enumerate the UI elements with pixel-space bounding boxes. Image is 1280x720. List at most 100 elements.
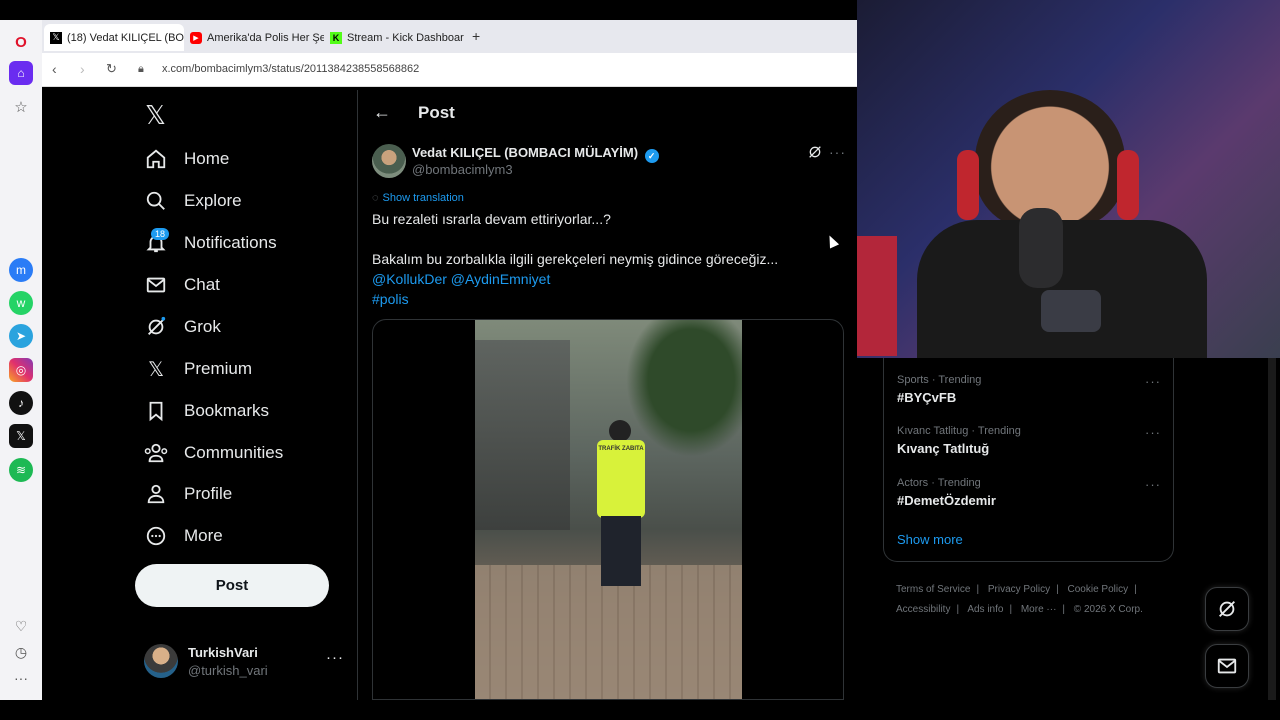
messenger-icon[interactable]: m [9,258,33,282]
opera-sidebar: O ⌂ ☆ m w ➤ ◎ ♪ 𝕏 ≋ ♡ ◷ ··· [0,20,42,700]
youtube-icon: ▶ [190,31,202,44]
nav-home[interactable]: Home [144,143,229,175]
history-icon[interactable]: ◷ [9,640,33,664]
trend-more-icon[interactable]: ··· [1145,477,1161,492]
forward-arrow-icon[interactable]: › [80,61,85,77]
instagram-icon[interactable]: ◎ [9,358,33,382]
author-name[interactable]: Vedat KILIÇEL (BOMBACI MÜLAYİM) ✓ [412,145,659,163]
nav-communities[interactable]: Communities [144,437,283,469]
trend-more-icon[interactable]: ··· [1145,374,1161,389]
nav-grok[interactable]: Grok [144,311,221,343]
media-container: TRAFİK ZABITA [372,319,844,700]
account-switcher[interactable]: TurkishVari @turkish_vari ··· [144,641,344,681]
mail-icon [144,273,168,297]
officer-figure: TRAFİK ZABITA [593,420,649,595]
nav-label: Chat [184,275,220,294]
home-workspace-icon[interactable]: ⌂ [9,61,33,85]
nav-explore[interactable]: Explore [144,185,242,217]
scrollbar[interactable] [1268,358,1276,700]
nav-premium[interactable]: 𝕏 Premium [144,353,252,385]
messages-float-button[interactable] [1205,644,1249,688]
star-icon[interactable]: ☆ [9,95,33,119]
search-icon [144,189,168,213]
footer-links: Terms of Service | Privacy Policy | Cookie… [896,584,1143,615]
reload-icon[interactable]: ↻ [106,61,117,77]
author-handle[interactable]: @bombacimlym3 [412,162,513,177]
post-more-icon[interactable]: ··· [829,144,846,160]
trend-item[interactable]: Kıvanc Tatlitug · Trending Kıvanç Tatlıt… [897,425,1167,456]
footer-link[interactable]: Terms of Service [896,584,970,595]
whatsapp-icon[interactable]: w [9,291,33,315]
home-icon [144,147,168,171]
screen: O ⌂ ☆ m w ➤ ◎ ♪ 𝕏 ≋ ♡ ◷ ··· 𝕏 (18) Vedat… [0,0,1280,720]
more-circle-icon [144,524,168,548]
nav-profile[interactable]: Profile [144,478,232,510]
x-app-icon[interactable]: 𝕏 [9,424,33,448]
streamer-figure [917,90,1207,358]
nav-chat[interactable]: Chat [144,269,220,301]
webcam-overlay [857,0,1280,358]
tiktok-icon[interactable]: ♪ [9,391,33,415]
nav-label: Notifications [184,233,277,252]
mention-link[interactable]: @KollukDer [372,271,447,287]
grok-icon [144,315,168,339]
grok-icon[interactable] [807,144,823,165]
kick-icon: K [330,31,342,44]
footer-link[interactable]: Cookie Policy [1068,584,1129,595]
person-icon [144,482,168,506]
nav-label: Bookmarks [184,401,270,420]
heart-icon[interactable]: ♡ [9,614,33,638]
nav-label: Grok [184,317,221,336]
account-handle: @turkish_vari [188,663,268,678]
video-player[interactable]: TRAFİK ZABITA [475,320,742,699]
phone-image [1041,290,1101,332]
telegram-icon[interactable]: ➤ [9,324,33,348]
tab-bar: 𝕏 (18) Vedat KILIÇEL (BOMB ▶ Amerika'da … [42,20,857,53]
show-more-link[interactable]: Show more [897,532,963,547]
account-more-icon[interactable]: ··· [326,649,344,666]
tweet-mentions: @KollukDer @AydinEmniyet [372,271,550,287]
opera-logo-icon[interactable]: O [9,30,33,54]
trend-more-icon[interactable]: ··· [1145,425,1161,440]
tweet-text-line: Bu rezaleti ısrarla devam ettiriyorlar..… [372,211,611,227]
nav-label: Explore [184,191,242,210]
copyright-text: © 2026 X Corp. [1073,604,1143,615]
tab-label: (18) Vedat KILIÇEL (BOMB [67,31,184,44]
trend-item[interactable]: Sports · Trending #BYÇvFB ··· [897,374,1167,405]
x-logo-icon[interactable]: 𝕏 [145,100,166,131]
trend-category: Sports · Trending [897,374,982,386]
vest-text: TRAFİK ZABITA [598,446,644,452]
footer-link[interactable]: Privacy Policy [988,584,1050,595]
x-app: 𝕏 Home Explore Notifications 18 Chat Gro… [44,90,857,700]
new-tab-button[interactable]: + [472,28,480,44]
grok-float-button[interactable] [1205,587,1249,631]
back-arrow-icon[interactable]: ← [373,102,391,123]
verified-badge-icon: ✓ [644,149,659,163]
footer-link[interactable]: Accessibility [896,604,950,615]
back-arrow-icon[interactable]: ‹ [52,61,57,77]
trend-item[interactable]: Actors · Trending #DemetÖzdemir ··· [897,477,1167,508]
show-translation-link[interactable]: ◌ Show translation [372,192,464,204]
hashtag-link[interactable]: #polis [372,291,409,307]
translate-icon: ◌ [372,192,379,204]
nav-bookmarks[interactable]: Bookmarks [144,395,269,427]
author-avatar[interactable] [372,144,406,178]
nav-more[interactable]: More [144,520,223,552]
nav-label: More [184,526,223,545]
more-dots-icon[interactable]: ··· [9,666,33,690]
tab-x-post[interactable]: 𝕏 (18) Vedat KILIÇEL (BOMB [44,24,184,51]
nav-label: Communities [184,443,284,462]
post-button[interactable]: Post [135,564,329,607]
bookmark-icon [144,399,168,423]
spotify-icon[interactable]: ≋ [9,458,33,482]
url-field[interactable]: x.com/bombacimlym3/status/20113842385585… [162,63,419,75]
tab-youtube[interactable]: ▶ Amerika'da Polis Her Şeyi [184,24,324,51]
address-bar: ‹ › ↻ 🔒︎ x.com/bombacimlym3/status/20113… [42,53,857,87]
tab-kick[interactable]: K Stream - Kick Dashboard [324,24,464,51]
mention-link[interactable]: @AydinEmniyet [451,271,551,287]
footer-link[interactable]: More ··· [1021,604,1057,615]
footer-link[interactable]: Ads info [967,604,1003,615]
right-panel: Sports · Trending #BYÇvFB ··· Kıvanc Tat… [857,0,1280,720]
left-nav: 𝕏 Home Explore Notifications 18 Chat Gro… [44,90,358,700]
tab-label: Amerika'da Polis Her Şeyi [207,31,324,44]
